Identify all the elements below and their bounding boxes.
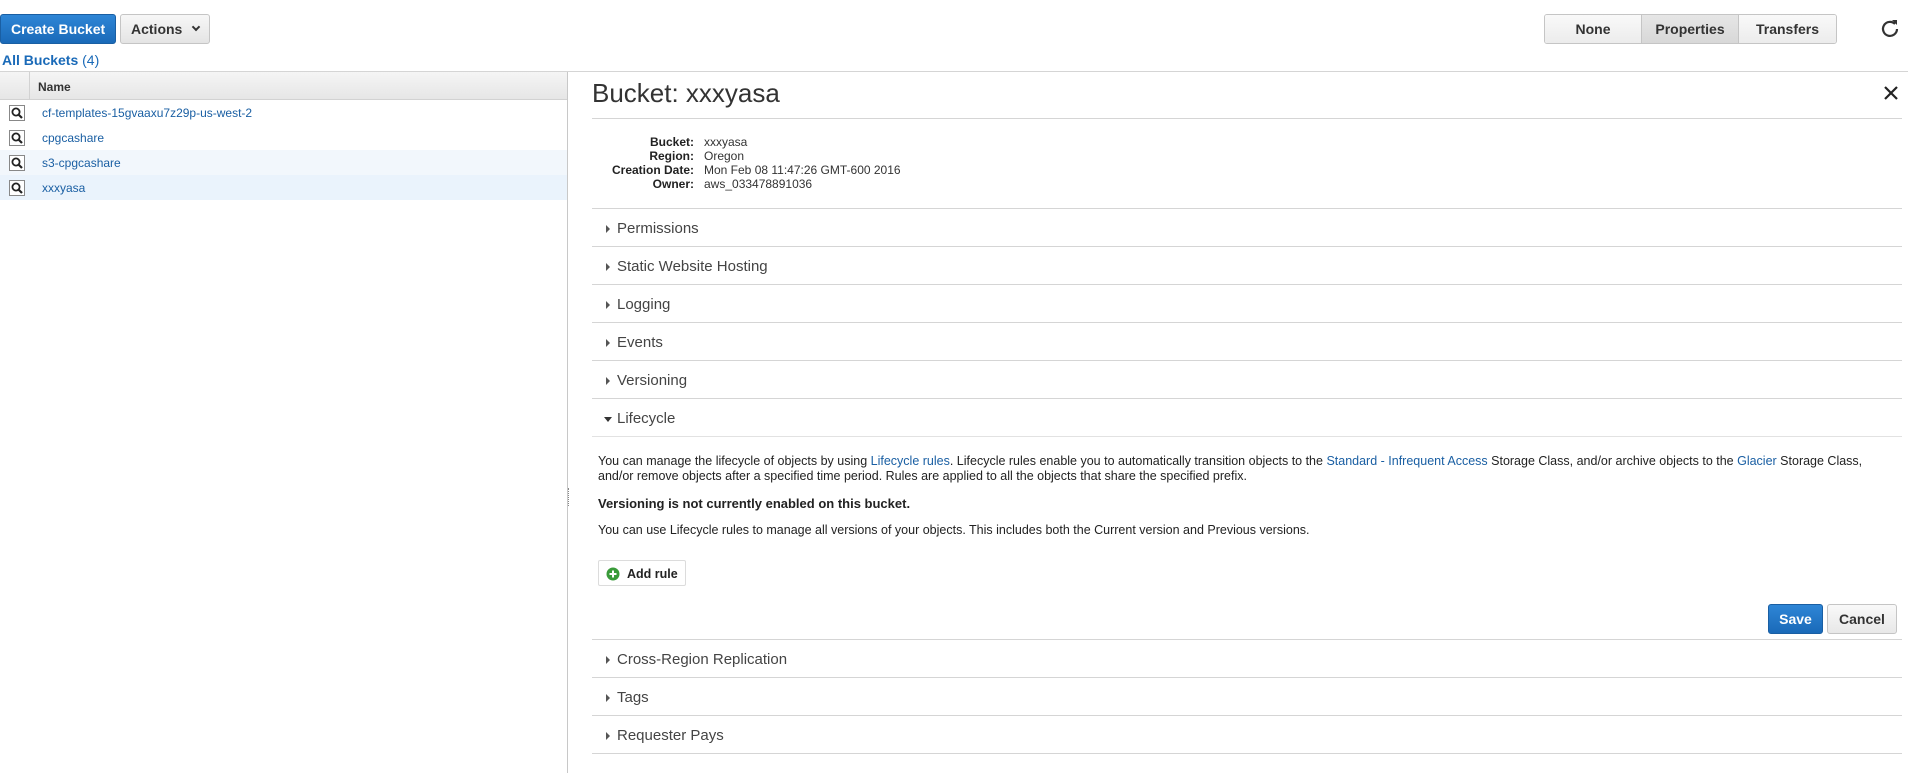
chevron-down-icon bbox=[191, 22, 201, 32]
divider bbox=[592, 436, 1902, 437]
caret-right-icon bbox=[606, 732, 610, 740]
view-tabs: None Properties Transfers bbox=[1544, 14, 1837, 44]
region-value: Oregon bbox=[704, 149, 745, 163]
owner-value: aws_033478891036 bbox=[704, 177, 813, 191]
bucket-name-link[interactable]: s3-cpgcashare bbox=[42, 156, 121, 170]
section-tags[interactable]: Tags bbox=[592, 677, 1902, 715]
caret-right-icon bbox=[606, 694, 610, 702]
close-icon[interactable] bbox=[1882, 84, 1900, 102]
section-requester-pays[interactable]: Requester Pays bbox=[592, 715, 1902, 753]
caret-right-icon bbox=[606, 339, 610, 347]
section-versioning[interactable]: Versioning bbox=[592, 360, 1902, 398]
bucket-name-link[interactable]: xxxyasa bbox=[42, 181, 85, 195]
section-label: Events bbox=[617, 334, 663, 351]
lifecycle-text: . Lifecycle rules enable you to automati… bbox=[949, 454, 1327, 468]
section-cross-region-replication[interactable]: Cross-Region Replication bbox=[592, 639, 1902, 677]
divider bbox=[592, 118, 1902, 119]
section-label: Requester Pays bbox=[617, 727, 724, 744]
bucket-name-link[interactable]: cf-templates-15gvaaxu7z29p-us-west-2 bbox=[42, 106, 252, 120]
table-row[interactable]: s3-cpgcashare bbox=[0, 150, 567, 175]
magnify-icon[interactable] bbox=[9, 130, 25, 146]
refresh-icon[interactable] bbox=[1880, 18, 1900, 38]
section-permissions[interactable]: Permissions bbox=[592, 208, 1902, 246]
caret-right-icon bbox=[606, 263, 610, 271]
magnify-icon[interactable] bbox=[9, 105, 25, 121]
owner-label: Owner: bbox=[652, 177, 694, 191]
add-rule-button[interactable]: Add rule bbox=[598, 560, 686, 586]
table-row[interactable]: cf-templates-15gvaaxu7z29p-us-west-2 bbox=[0, 100, 567, 125]
name-column-header[interactable]: Name bbox=[38, 80, 71, 94]
table-row[interactable]: xxxyasa bbox=[0, 175, 567, 200]
lifecycle-versions-note: You can use Lifecycle rules to manage al… bbox=[598, 523, 1310, 537]
divider bbox=[592, 753, 1902, 754]
add-rule-label: Add rule bbox=[627, 567, 678, 581]
section-logging[interactable]: Logging bbox=[592, 284, 1902, 322]
bucket-list-panel: Name cf-templates-15gvaaxu7z29p-us-west-… bbox=[0, 72, 568, 773]
lifecycle-description: You can manage the lifecycle of objects … bbox=[598, 454, 1898, 538]
versioning-warning: Versioning is not currently enabled on t… bbox=[598, 496, 911, 511]
tab-properties[interactable]: Properties bbox=[1642, 15, 1739, 43]
creation-date-value: Mon Feb 08 11:47:26 GMT-600 2016 bbox=[704, 163, 901, 177]
section-lifecycle[interactable]: Lifecycle bbox=[592, 398, 1902, 436]
section-label: Lifecycle bbox=[617, 410, 676, 427]
magnify-icon[interactable] bbox=[9, 155, 25, 171]
cancel-button[interactable]: Cancel bbox=[1827, 604, 1897, 634]
caret-right-icon bbox=[606, 225, 610, 233]
icon-column-header bbox=[0, 72, 30, 100]
bucket-value: xxxyasa bbox=[704, 135, 748, 149]
panel-resize-handle[interactable] bbox=[568, 488, 570, 506]
page-title: Bucket: xxxyasa bbox=[592, 78, 780, 108]
standard-ia-link[interactable]: Standard - Infrequent Access bbox=[1326, 454, 1487, 468]
section-events[interactable]: Events bbox=[592, 322, 1902, 360]
caret-down-icon bbox=[604, 417, 612, 422]
section-label: Tags bbox=[617, 689, 649, 706]
add-circle-icon bbox=[606, 567, 620, 581]
section-label: Static Website Hosting bbox=[617, 258, 768, 275]
create-bucket-button[interactable]: Create Bucket bbox=[0, 14, 117, 44]
table-header: Name bbox=[0, 72, 567, 100]
caret-right-icon bbox=[606, 656, 610, 664]
glacier-link[interactable]: Glacier bbox=[1737, 454, 1777, 468]
section-label: Permissions bbox=[617, 220, 699, 237]
lifecycle-intro: You can manage the lifecycle of objects … bbox=[598, 454, 1898, 484]
section-label: Versioning bbox=[617, 372, 688, 389]
caret-right-icon bbox=[606, 377, 610, 385]
bucket-meta: Bucket: Region: Creation Date: Owner: xx… bbox=[598, 135, 998, 191]
actions-label: Actions bbox=[131, 21, 183, 37]
all-buckets-label: All Buckets bbox=[2, 52, 79, 68]
caret-right-icon bbox=[606, 301, 610, 309]
magnify-icon[interactable] bbox=[9, 180, 25, 196]
tab-transfers[interactable]: Transfers bbox=[1739, 15, 1836, 43]
actions-dropdown-button[interactable]: Actions bbox=[120, 14, 210, 44]
section-label: Logging bbox=[617, 296, 671, 313]
region-label: Region: bbox=[649, 149, 694, 163]
all-buckets-breadcrumb[interactable]: All Buckets (4) bbox=[2, 52, 99, 68]
bucket-count: (4) bbox=[82, 52, 100, 68]
bucket-label: Bucket: bbox=[649, 135, 694, 149]
creation-date-label: Creation Date: bbox=[611, 163, 694, 177]
lifecycle-text: Storage Class, and/or archive objects to… bbox=[1487, 454, 1738, 468]
lifecycle-rules-link[interactable]: Lifecycle rules bbox=[871, 454, 950, 468]
save-button[interactable]: Save bbox=[1768, 604, 1823, 634]
lifecycle-text: You can manage the lifecycle of objects … bbox=[598, 454, 871, 468]
tab-none[interactable]: None bbox=[1545, 15, 1642, 43]
bucket-name-link[interactable]: cpgcashare bbox=[42, 131, 104, 145]
table-row[interactable]: cpgcashare bbox=[0, 125, 567, 150]
section-label: Cross-Region Replication bbox=[617, 651, 788, 668]
section-static-website-hosting[interactable]: Static Website Hosting bbox=[592, 246, 1902, 284]
